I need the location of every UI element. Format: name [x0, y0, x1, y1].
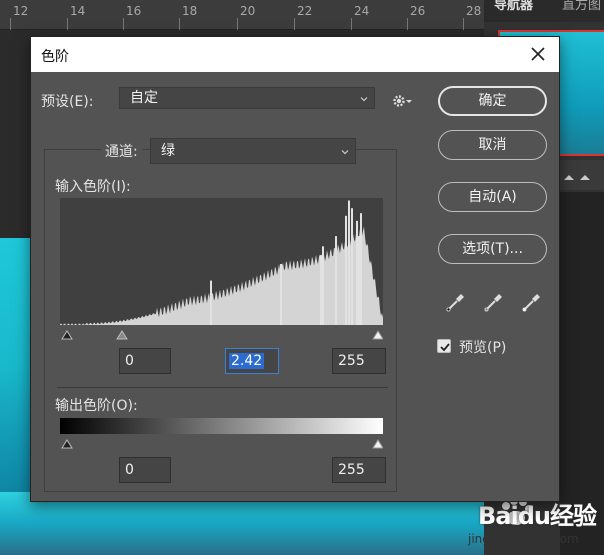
histogram-spike: [360, 213, 362, 325]
input-gamma-slider-handle[interactable]: [116, 330, 128, 340]
tab-histogram[interactable]: 直方图: [562, 0, 601, 22]
ruler-tick: 22: [297, 4, 313, 18]
tab-navigator[interactable]: 导航器: [494, 0, 533, 22]
ruler-tick: 16: [126, 4, 142, 18]
dialog-title: 色阶: [41, 49, 69, 65]
output-gradient-bar: [60, 418, 383, 434]
histogram-plot: [60, 200, 383, 325]
histogram-spike: [356, 220, 358, 325]
input-black-slider-handle[interactable]: [61, 330, 73, 340]
output-white-value: 255: [338, 462, 365, 478]
input-levels-label: 输入色阶(I):: [55, 179, 131, 195]
ruler-tick: 24: [354, 4, 370, 18]
close-button[interactable]: [527, 43, 549, 65]
ruler-tick: 12: [13, 4, 29, 18]
input-white-field[interactable]: 255: [332, 348, 386, 374]
histogram-spike: [358, 236, 360, 325]
histogram: [60, 198, 383, 325]
histogram-spike: [335, 236, 337, 325]
histogram-area: [60, 226, 383, 325]
ruler-tick: 18: [182, 4, 198, 18]
output-slider[interactable]: [60, 435, 383, 449]
gray-eyedropper-icon[interactable]: [483, 291, 505, 313]
preset-label: 预设(E):: [41, 94, 94, 110]
output-white-slider-handle[interactable]: [372, 439, 383, 449]
histogram-spike: [210, 280, 212, 325]
histogram-spike: [345, 215, 347, 325]
channel-label: 通道:: [101, 141, 142, 161]
input-gamma-value: 2.42: [229, 353, 265, 369]
output-black-value: 0: [125, 462, 134, 478]
dialog-titlebar[interactable]: 色阶: [31, 37, 559, 72]
levels-separator: [57, 387, 388, 388]
histogram-spike: [280, 264, 282, 325]
input-white-value: 255: [338, 353, 365, 369]
channel-select[interactable]: 绿: [150, 138, 356, 164]
horizontal-ruler: 12 14 16 18 20 22 24 26 28: [0, 0, 484, 30]
watermark-url: jingyan.baidu.com: [468, 532, 579, 546]
cancel-button[interactable]: 取消: [438, 130, 547, 160]
histogram-spike: [320, 255, 322, 325]
preview-checkbox[interactable]: [437, 339, 451, 353]
output-black-slider-handle[interactable]: [61, 439, 73, 449]
input-white-slider-handle[interactable]: [372, 330, 383, 340]
white-eyedropper-icon[interactable]: [521, 291, 543, 313]
input-slider[interactable]: [60, 326, 383, 340]
channel-value: 绿: [161, 143, 175, 159]
black-eyedropper-icon[interactable]: [445, 291, 467, 313]
histogram-spike: [351, 208, 353, 325]
histogram-spike: [322, 246, 324, 325]
ruler-tick: 14: [70, 4, 86, 18]
input-black-field[interactable]: 0: [119, 348, 171, 374]
ok-button[interactable]: 确定: [438, 86, 547, 116]
preview-label: 预览(P): [459, 340, 507, 356]
ruler-tick: 20: [240, 4, 256, 18]
chevron-down-icon: [341, 150, 349, 155]
preset-select[interactable]: 自定: [119, 87, 375, 109]
input-gamma-field[interactable]: 2.42: [225, 348, 279, 374]
ruler-tick: 28: [466, 4, 482, 18]
preset-options-button[interactable]: [391, 91, 417, 111]
input-black-value: 0: [125, 353, 134, 369]
panel-triangle-icon: [564, 175, 590, 180]
output-black-field[interactable]: 0: [119, 457, 171, 483]
histogram-spike: [348, 200, 350, 325]
auto-button[interactable]: 自动(A): [438, 182, 547, 212]
gear-icon: [393, 95, 412, 107]
panel-toolbar: [560, 160, 604, 190]
output-levels-label: 输出色阶(O):: [55, 398, 138, 414]
options-button[interactable]: 选项(T)...: [438, 234, 547, 264]
checkmark-icon: [440, 343, 450, 352]
preset-value: 自定: [130, 90, 158, 106]
output-white-field[interactable]: 255: [332, 457, 386, 483]
levels-dialog: 色阶 预设(E): 自定 通道: 绿 输入色阶(I): 0 2.42 255 输…: [30, 36, 560, 502]
close-icon: [531, 47, 545, 61]
ruler-tick: 26: [410, 4, 426, 18]
chevron-down-icon: [360, 97, 368, 102]
